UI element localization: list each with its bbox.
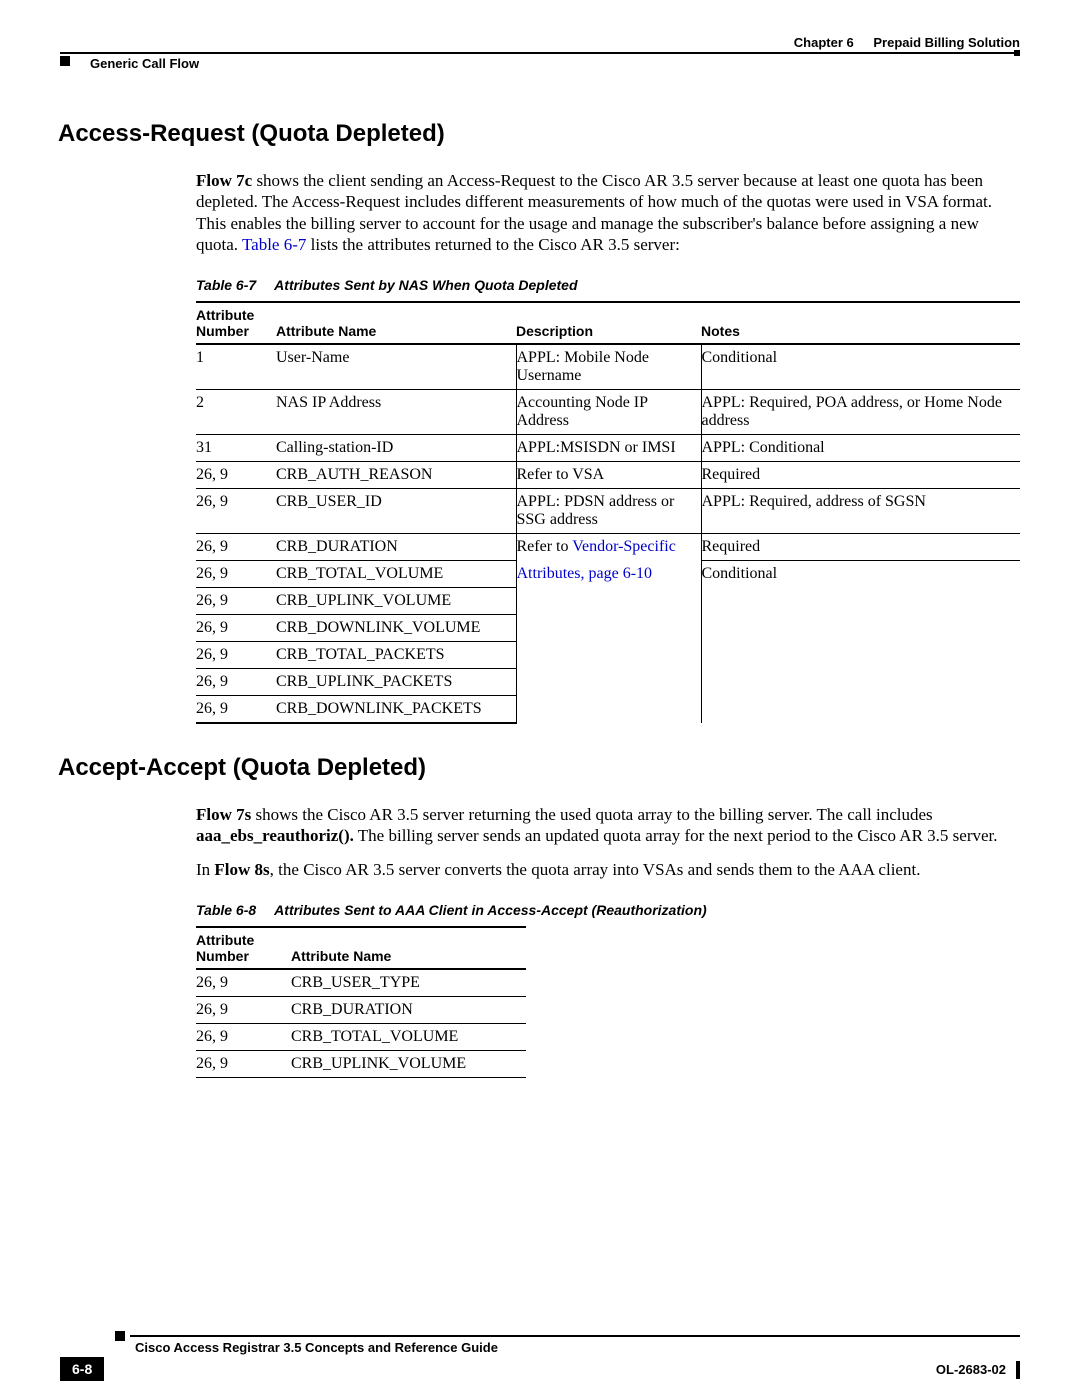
page: Chapter 6 Prepaid Billing Solution Gener… <box>0 0 1080 1397</box>
col-notes: Notes <box>701 302 1020 344</box>
section2-title: Accept-Accept (Quota Depleted) <box>58 754 1020 782</box>
table-6-7: Attribute Number Attribute Name Descript… <box>196 301 1020 724</box>
chapter-label: Chapter 6 <box>794 35 854 50</box>
table-row: 26, 9 CRB_AUTH_REASON Refer to VSA Requi… <box>196 462 1020 489</box>
page-number: 6-8 <box>60 1357 104 1381</box>
section1-paragraph: Flow 7c shows the client sending an Acce… <box>196 170 1020 255</box>
table-row: 26, 9 CRB_TOTAL_VOLUME <box>196 1023 526 1050</box>
col-attr-number: Attribute Number <box>196 927 291 969</box>
header-rule-endcap <box>1014 50 1020 56</box>
table-6-7-caption: Table 6-7Attributes Sent by NAS When Quo… <box>196 277 1020 293</box>
header-section: Generic Call Flow <box>90 56 199 71</box>
doc-id-bar-icon <box>1016 1361 1020 1379</box>
table-row: 26, 9 CRB_USER_TYPE <box>196 969 526 997</box>
table-row: 26, 9 CRB_TOTAL_VOLUME Attributes, page … <box>196 561 1020 588</box>
table-header-row: Attribute Number Attribute Name <box>196 927 526 969</box>
vsa-link-b[interactable]: Attributes, page 6-10 <box>517 565 653 582</box>
col-attr-name: Attribute Name <box>291 927 526 969</box>
table-row: 26, 9 CRB_UPLINK_VOLUME <box>196 1050 526 1077</box>
footer-book-title: Cisco Access Registrar 3.5 Concepts and … <box>135 1340 498 1355</box>
table-row: 26, 9 CRB_DURATION <box>196 996 526 1023</box>
table-header-row: Attribute Number Attribute Name Descript… <box>196 302 1020 344</box>
table-row: 26, 9 CRB_DURATION Refer to Vendor-Speci… <box>196 534 1020 561</box>
col-attr-number: Attribute Number <box>196 302 276 344</box>
header-right: Chapter 6 Prepaid Billing Solution <box>794 35 1020 50</box>
table-6-7-link[interactable]: Table 6-7 <box>242 235 306 254</box>
col-description: Description <box>516 302 701 344</box>
footer-rule <box>130 1335 1020 1337</box>
footer-square-icon <box>115 1331 125 1341</box>
table-row: 31 Calling-station-ID APPL:MSISDN or IMS… <box>196 435 1020 462</box>
content: Access-Request (Quota Depleted) Flow 7c … <box>58 120 1020 1078</box>
vsa-link-a[interactable]: Vendor-Specific <box>572 538 676 555</box>
table-6-8: Attribute Number Attribute Name 26, 9 CR… <box>196 926 526 1078</box>
section1-title: Access-Request (Quota Depleted) <box>58 120 1020 148</box>
header-square-icon <box>60 56 70 66</box>
flow7s-label: Flow 7s <box>196 805 251 824</box>
flow7c-label: Flow 7c <box>196 171 252 190</box>
table-6-8-caption: Table 6-8Attributes Sent to AAA Client i… <box>196 902 1020 918</box>
table-row: 1 User-Name APPL: Mobile Node Username C… <box>196 344 1020 390</box>
col-attr-name: Attribute Name <box>276 302 516 344</box>
section2-para2: In Flow 8s, the Cisco AR 3.5 server conv… <box>196 859 1020 880</box>
section2-para1: Flow 7s shows the Cisco AR 3.5 server re… <box>196 804 1020 847</box>
flow8s-label: Flow 8s <box>214 860 269 879</box>
doc-id: OL-2683-02 <box>936 1362 1020 1377</box>
table-row: 26, 9 CRB_USER_ID APPL: PDSN address or … <box>196 489 1020 534</box>
table-row: 2 NAS IP Address Accounting Node IP Addr… <box>196 390 1020 435</box>
chapter-title: Prepaid Billing Solution <box>873 35 1020 50</box>
header-rule <box>60 52 1020 54</box>
